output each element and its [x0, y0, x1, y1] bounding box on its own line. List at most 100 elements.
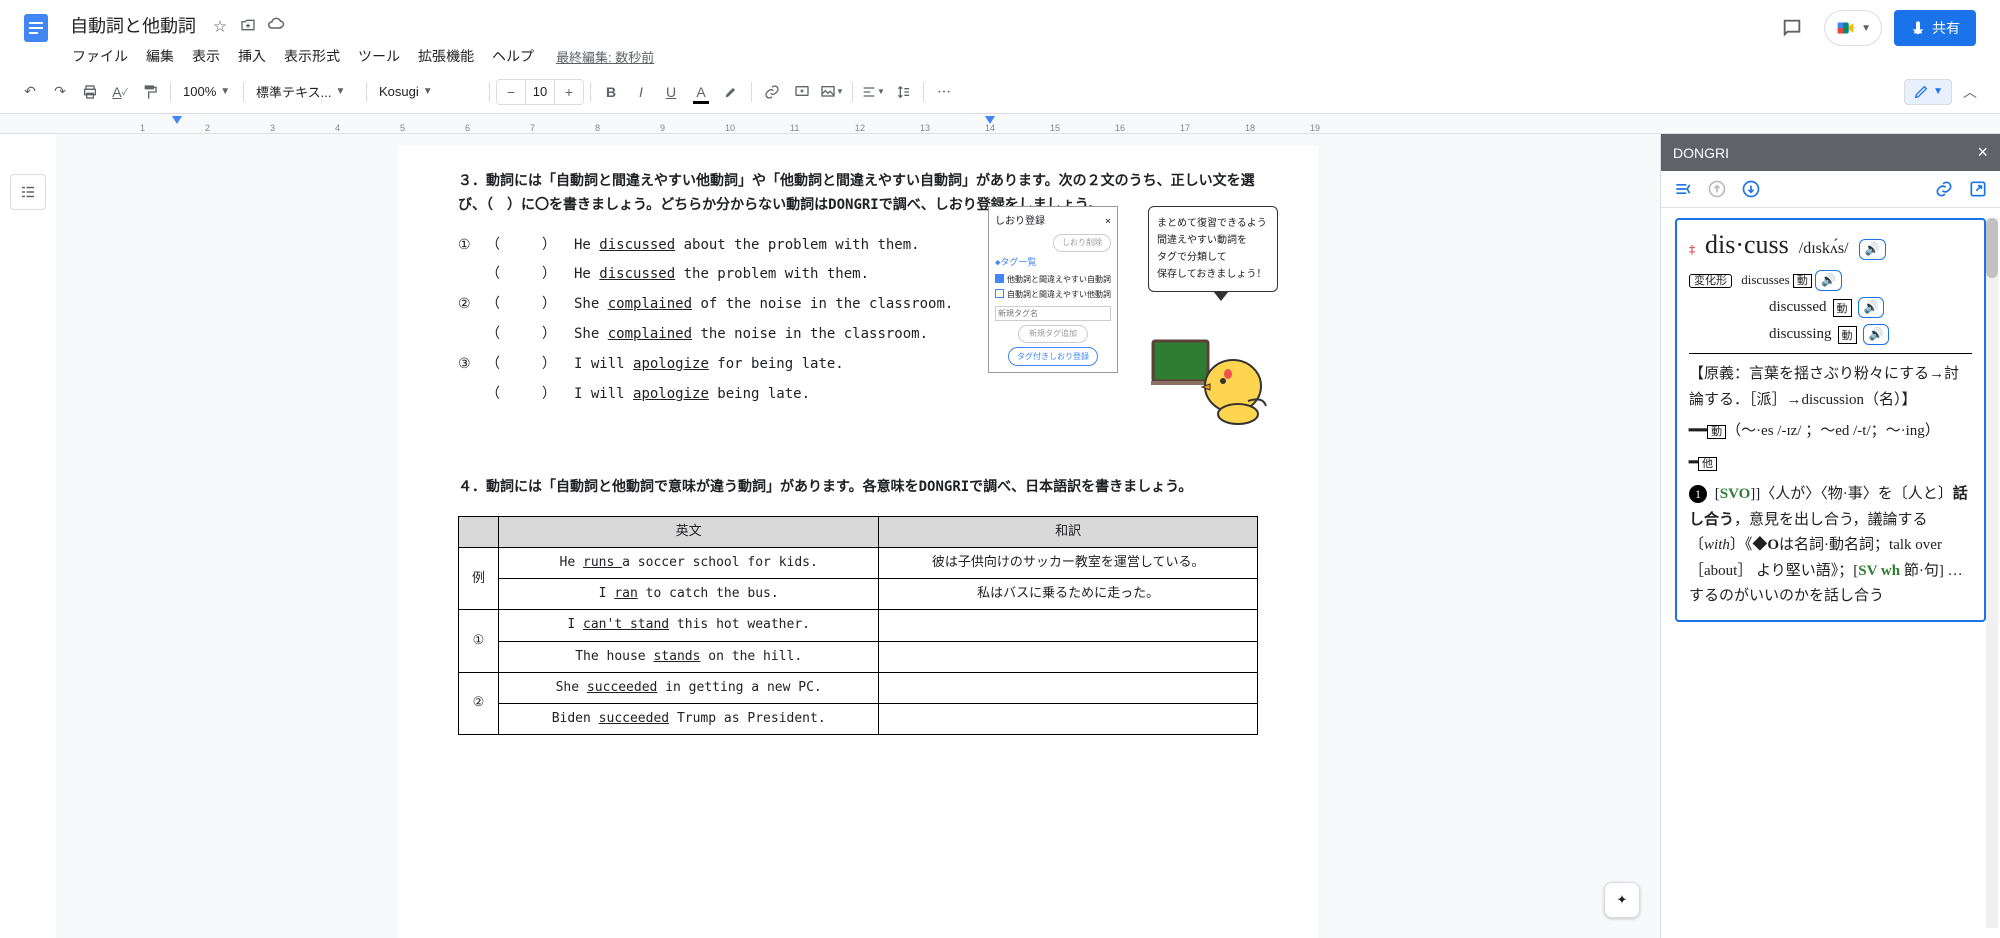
ruler-tick: 3: [270, 123, 335, 133]
ruler[interactable]: 12345678910111213141516171819: [0, 114, 2000, 134]
table-header: 和訳: [879, 517, 1258, 548]
highlight-button[interactable]: [717, 78, 745, 106]
q4-heading: ４．動詞には「自動詞と他動詞で意味が違う動詞」があります。各意味をDONGRIで…: [458, 476, 1258, 500]
insert-link-button[interactable]: [758, 78, 786, 106]
meet-button[interactable]: ▼: [1824, 10, 1882, 46]
sense-1: 1 [SVO]]〈人が〉〈物·事〉を〔人と〕話し合う，意見を出し合う，議論する〔…: [1689, 482, 1972, 610]
audio-button[interactable]: 🔊: [1858, 297, 1885, 318]
spellcheck-button[interactable]: A✓: [106, 78, 134, 106]
menu-format[interactable]: 表示形式: [276, 42, 348, 70]
explore-fab[interactable]: ✦: [1604, 882, 1640, 918]
style-select[interactable]: 標準テキス...▼: [250, 78, 360, 106]
more-button[interactable]: ⋯: [930, 78, 958, 106]
comments-icon[interactable]: [1772, 8, 1812, 48]
scrollbar-thumb[interactable]: [1986, 218, 1998, 278]
bookmark-dialog: しおり登録× しおり削除 ◆タグ一覧 他動詞と間違えやすい自動詞 自動詞と間違え…: [988, 206, 1118, 373]
q3-number: ②: [458, 293, 478, 317]
font-select[interactable]: Kosugi▼: [373, 78, 483, 106]
line-spacing-button[interactable]: [889, 78, 917, 106]
bookmark-close-icon[interactable]: ×: [1105, 213, 1111, 230]
q3-number: [458, 323, 478, 347]
add-tag-button[interactable]: 新規タグ追加: [1018, 325, 1088, 343]
share-button[interactable]: 共有: [1894, 10, 1976, 46]
font-size-value[interactable]: 10: [525, 80, 555, 104]
q3-paren: （ ）: [486, 234, 566, 258]
speech-bubble: まとめて復習できるよう 間違えやすい動詞を タグで分類して 保存しておきましょう…: [1148, 206, 1278, 292]
table-cell-jp: 私はバスに乗るために走った。: [879, 579, 1258, 610]
text-color-button[interactable]: A: [687, 78, 715, 106]
doc-title[interactable]: 自動詞と他動詞: [64, 10, 202, 40]
dongri-up-icon[interactable]: [1705, 177, 1729, 201]
dongri-close-button[interactable]: ×: [1977, 142, 1988, 163]
inflection-row: discussing 動 🔊: [1769, 324, 1972, 345]
font-size-increase[interactable]: +: [555, 78, 583, 106]
zoom-select[interactable]: 100%▼: [177, 78, 237, 106]
register-bookmark-button[interactable]: タグ付きしおり登録: [1008, 347, 1098, 367]
docs-logo[interactable]: [16, 8, 56, 48]
transitive-marker: ━他: [1689, 451, 1972, 477]
outline-toggle-button[interactable]: [10, 174, 46, 210]
dongri-link-icon[interactable]: [1932, 177, 1956, 201]
dongri-sidebar: DONGRI × ‡ dis·cuss /dɪskʌ́s/ 🔊: [1660, 134, 2000, 938]
bold-button[interactable]: B: [597, 78, 625, 106]
inflection-row: discusses 動 🔊: [1741, 272, 1842, 287]
dongri-menu-icon[interactable]: [1671, 177, 1695, 201]
undo-button[interactable]: ↶: [16, 78, 44, 106]
table-row-header: ①: [459, 610, 499, 672]
conjugation-line: ━━動━━動（〜·es /-ɪz/ ；〜ed /-t/；〜·ing）（〜·es …: [1689, 419, 1972, 445]
headword: dis·cuss: [1705, 230, 1789, 260]
print-button[interactable]: [76, 78, 104, 106]
menu-insert[interactable]: 挿入: [230, 42, 274, 70]
ruler-tick: 9: [660, 123, 725, 133]
bookmark-title: しおり登録: [995, 213, 1045, 230]
redo-button[interactable]: ↷: [46, 78, 74, 106]
insert-comment-button[interactable]: [788, 78, 816, 106]
editing-mode-button[interactable]: ▼: [1904, 79, 1952, 105]
dongri-popout-icon[interactable]: [1966, 177, 1990, 201]
menu-view[interactable]: 表示: [184, 42, 228, 70]
move-icon[interactable]: [238, 15, 258, 35]
table-cell-en: I ran to catch the bus.: [499, 579, 879, 610]
collapse-toolbar-button[interactable]: ︿: [1956, 78, 1984, 106]
dongri-scrollbar[interactable]: [1986, 218, 1998, 928]
menu-help[interactable]: ヘルプ: [484, 42, 542, 70]
last-edit-link[interactable]: 最終編集: 数秒前: [556, 47, 654, 66]
ruler-tick: 8: [595, 123, 660, 133]
inflection-row: discussed 動 🔊: [1769, 297, 1972, 318]
tag-checkbox-2[interactable]: [995, 289, 1004, 298]
star-icon[interactable]: ☆: [210, 15, 230, 35]
menu-edit[interactable]: 編集: [138, 42, 182, 70]
ruler-tick: 16: [1115, 123, 1180, 133]
audio-button[interactable]: 🔊: [1859, 239, 1886, 260]
ruler-tick: 11: [790, 123, 855, 133]
q3-sentence: She complained of the noise in the class…: [574, 293, 953, 317]
menu-tools[interactable]: ツール: [350, 42, 408, 70]
tag-checkbox-1[interactable]: [995, 274, 1004, 283]
bookmark-delete-button[interactable]: しおり削除: [1053, 234, 1111, 252]
ruler-tick: 15: [1050, 123, 1115, 133]
font-size-decrease[interactable]: −: [497, 78, 525, 106]
audio-button[interactable]: 🔊: [1815, 270, 1842, 291]
ruler-tick: 12: [855, 123, 920, 133]
italic-button[interactable]: I: [627, 78, 655, 106]
table-cell-en: Biden succeeded Trump as President.: [499, 703, 879, 734]
toolbar: ↶ ↷ A✓ 100%▼ 標準テキス...▼ Kosugi▼ − 10 + B …: [0, 70, 2000, 114]
q3-number: [458, 263, 478, 287]
document-canvas[interactable]: ３．動詞には「自動詞と間違えやすい他動詞」や「他動詞と間違えやすい自動詞」があり…: [56, 134, 1660, 938]
ruler-tick: 7: [530, 123, 595, 133]
table-cell-en: I can't stand this hot weather.: [499, 610, 879, 641]
paint-format-button[interactable]: [136, 78, 164, 106]
underline-button[interactable]: U: [657, 78, 685, 106]
ruler-tick: 14: [985, 123, 1050, 133]
menu-file[interactable]: ファイル: [64, 42, 136, 70]
cloud-status-icon[interactable]: [266, 15, 286, 35]
table-cell-jp: [879, 672, 1258, 703]
table-cell-en: He runs a soccer school for kids.: [499, 548, 879, 579]
new-tag-input[interactable]: [995, 306, 1111, 321]
insert-image-button[interactable]: ▼: [818, 78, 846, 106]
priority-mark-icon: ‡: [1689, 242, 1695, 257]
menu-extensions[interactable]: 拡張機能: [410, 42, 482, 70]
align-button[interactable]: ▼: [859, 78, 887, 106]
audio-button[interactable]: 🔊: [1863, 324, 1890, 345]
dongri-down-icon[interactable]: [1739, 177, 1763, 201]
